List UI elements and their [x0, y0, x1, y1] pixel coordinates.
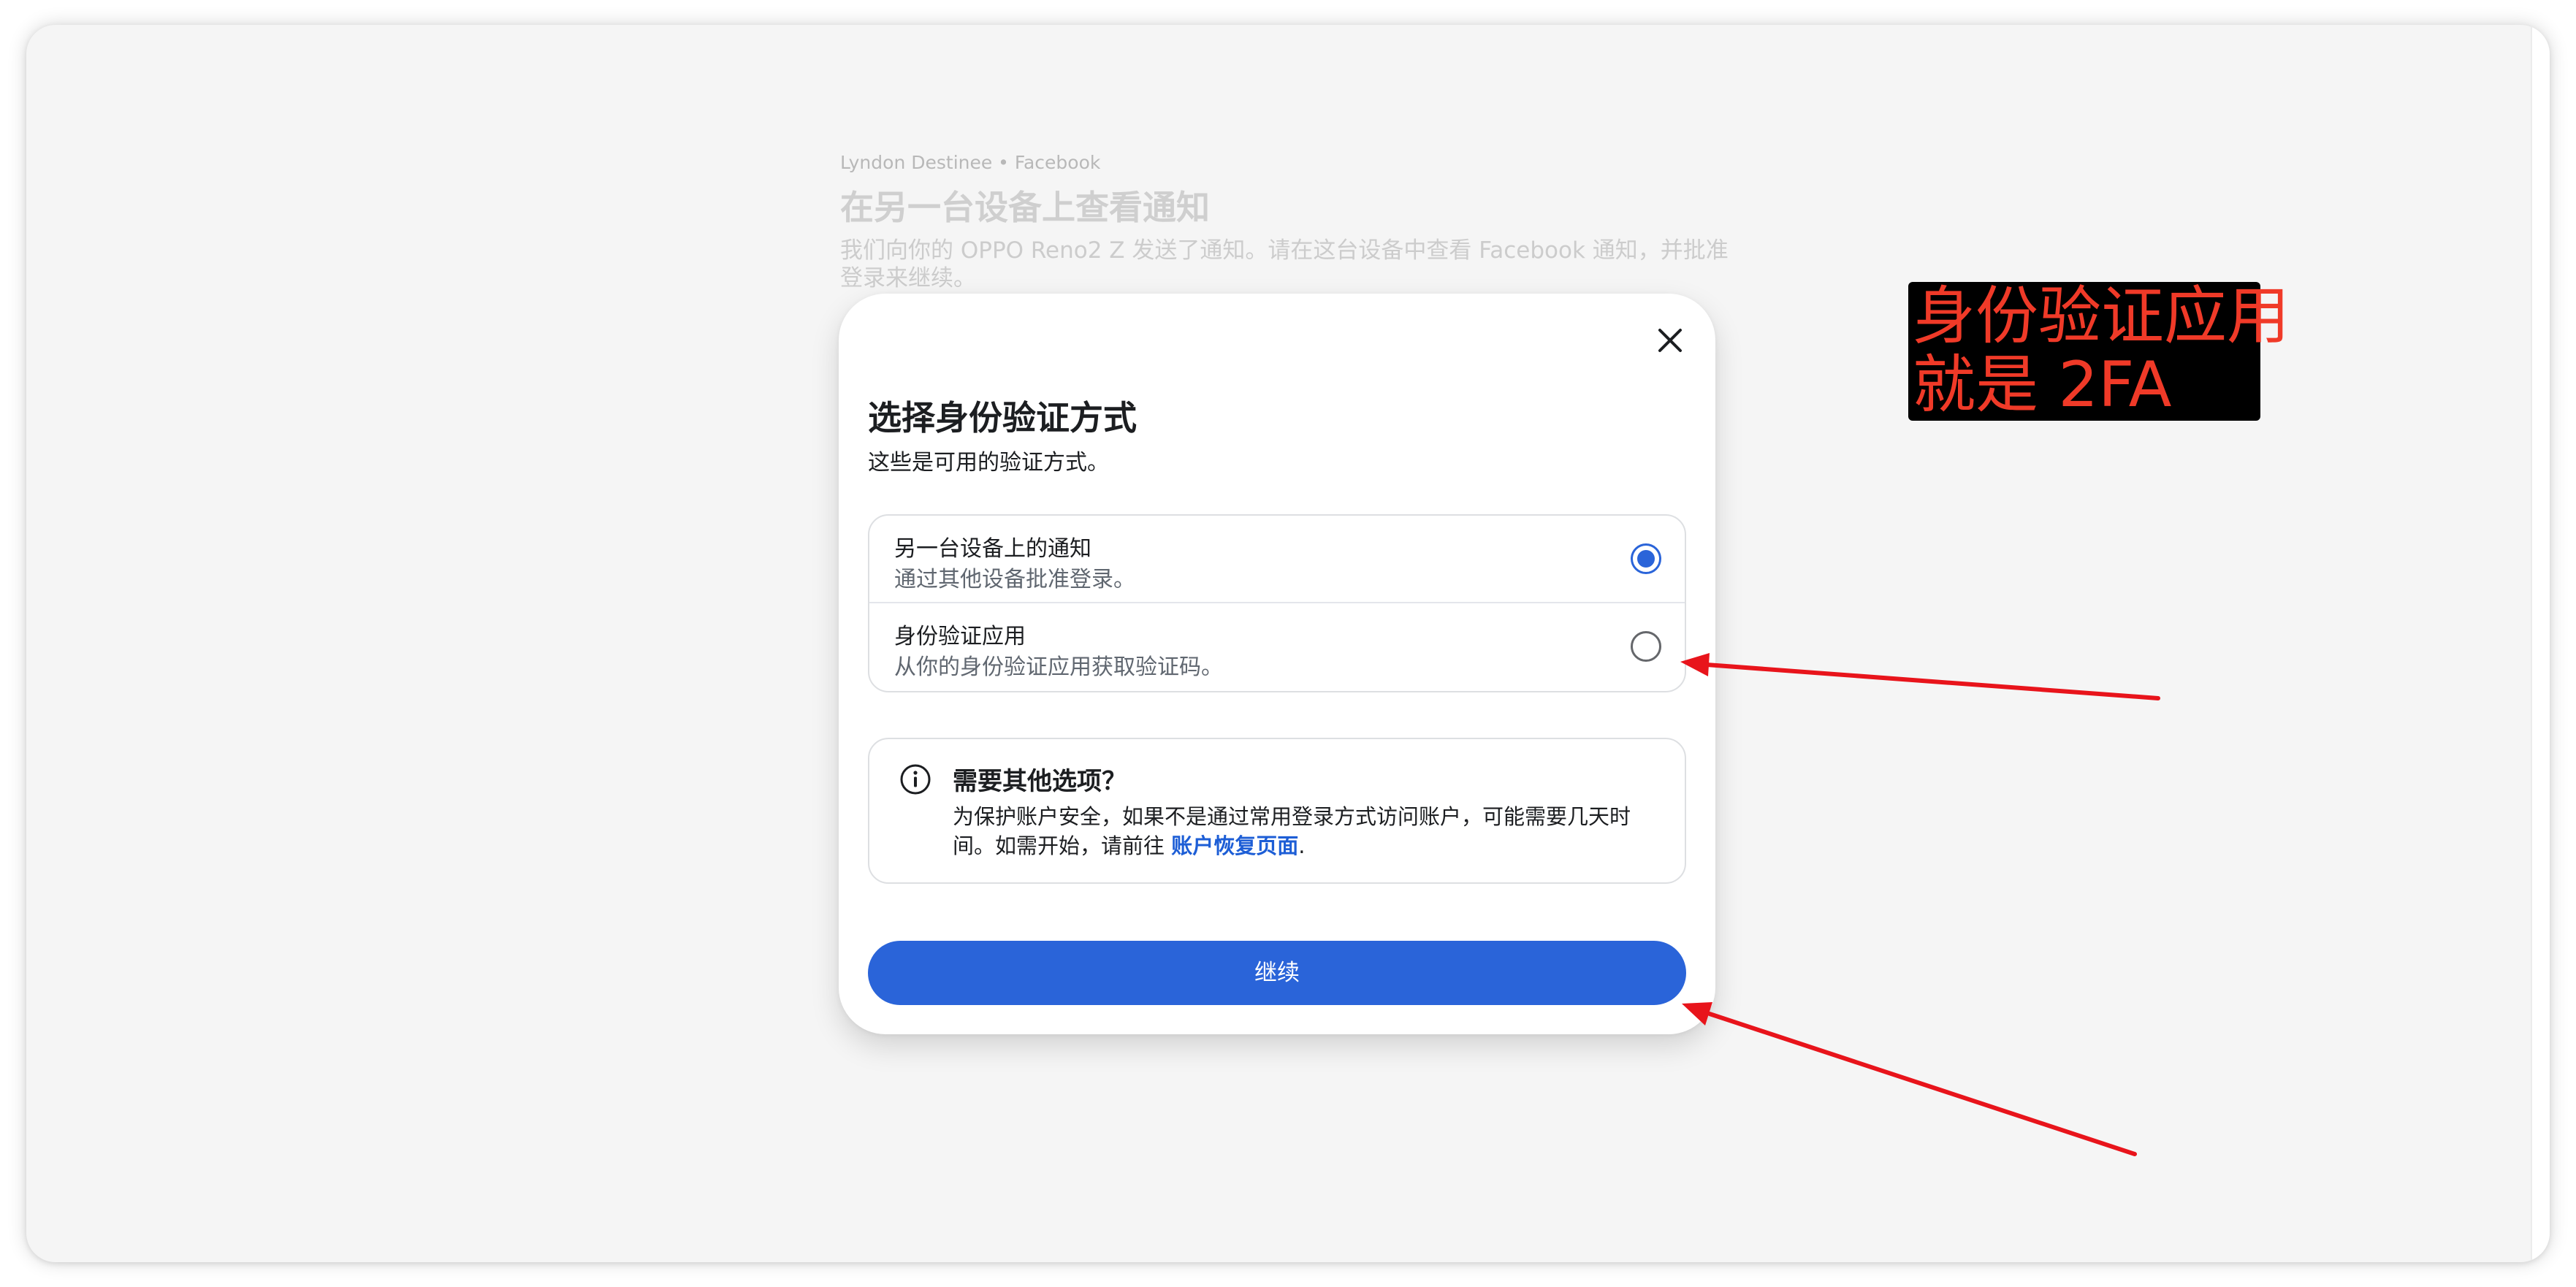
radio-device-notification[interactable]	[1631, 543, 1661, 574]
dialog-subtitle: 这些是可用的验证方式。	[868, 450, 1109, 476]
dialog-title: 选择身份验证方式	[868, 398, 1137, 438]
option-device-notification[interactable]: 另一台设备上的通知 通过其他设备批准登录。	[869, 516, 1685, 603]
option-subtitle: 从你的身份验证应用获取验证码。	[894, 654, 1223, 680]
continue-button[interactable]: 继续	[868, 941, 1686, 1005]
info-icon	[900, 764, 931, 795]
info-text-end: .	[1298, 833, 1306, 858]
background-page-description: 我们向你的 OPPO Reno2 Z 发送了通知。请在这台设备中查看 Faceb…	[840, 237, 1729, 291]
option-subtitle: 通过其他设备批准登录。	[894, 567, 1135, 592]
account-recovery-link[interactable]: 账户恢复页面	[1171, 833, 1298, 858]
radio-selected-dot	[1637, 550, 1655, 568]
annotation-text: 身份验证应用 就是 2FA	[1913, 280, 2290, 421]
option-title: 身份验证应用	[894, 624, 1026, 649]
account-meta: Lyndon Destinee • Facebook	[840, 152, 1101, 173]
background-page-title: 在另一台设备上查看通知	[840, 188, 1210, 227]
annotation-callout: 身份验证应用 就是 2FA	[1908, 280, 2290, 421]
option-authenticator-app[interactable]: 身份验证应用 从你的身份验证应用获取验证码。	[869, 603, 1685, 691]
info-icon-wrapper	[899, 763, 932, 796]
auth-options-list: 另一台设备上的通知 通过其他设备批准登录。 身份验证应用 从你的身份验证应用获取…	[868, 514, 1686, 692]
scrollbar-track[interactable]	[2531, 25, 2550, 1262]
option-title: 另一台设备上的通知	[894, 536, 1091, 562]
close-button[interactable]	[1648, 318, 1692, 362]
info-title: 需要其他选项？	[953, 767, 1127, 796]
auth-method-dialog: 选择身份验证方式 这些是可用的验证方式。 另一台设备上的通知 通过其他设备批准登…	[839, 294, 1715, 1034]
close-icon	[1658, 329, 1682, 352]
other-options-info: 需要其他选项？ 为保护账户安全，如果不是通过常用登录方式访问账户，可能需要几天时…	[868, 738, 1686, 884]
radio-authenticator-app[interactable]	[1631, 631, 1661, 662]
info-text: 为保护账户安全，如果不是通过常用登录方式访问账户，可能需要几天时间。如需开始，请…	[953, 802, 1669, 860]
